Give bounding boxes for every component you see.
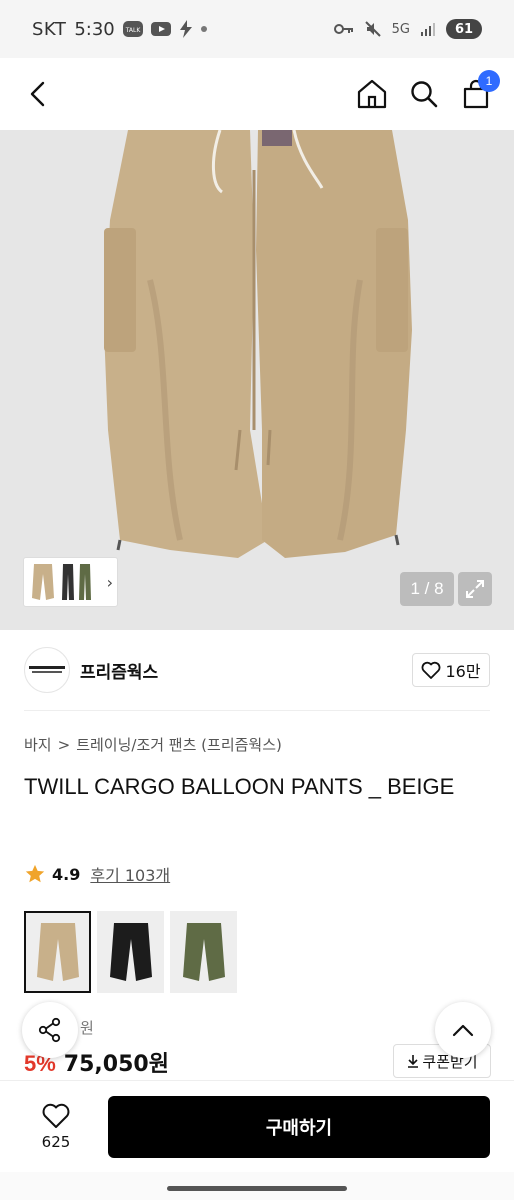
cart-button[interactable]: 1: [460, 70, 500, 110]
download-icon: [408, 1055, 419, 1068]
share-button[interactable]: [22, 1002, 78, 1058]
carrier-label: SKT: [32, 18, 67, 40]
product-photo-pants: [0, 130, 514, 630]
rating-score: 4.9: [52, 864, 81, 884]
heart-icon: [42, 1103, 70, 1128]
search-button[interactable]: [408, 78, 440, 110]
home-button[interactable]: [356, 78, 388, 110]
home-gesture-handle[interactable]: [167, 1186, 347, 1191]
app-header: 1: [0, 58, 514, 130]
mute-icon: [364, 20, 382, 38]
home-icon: [357, 79, 387, 109]
network-label: 5G: [391, 21, 410, 37]
brand-like-count: 16만: [445, 662, 481, 681]
heart-icon: [422, 661, 441, 679]
star-icon: [25, 864, 45, 883]
status-right: 5G 61: [333, 19, 482, 39]
dot-icon: [200, 26, 207, 32]
thumbnail-black-pants: [62, 564, 74, 600]
lightning-notification-icon: [179, 20, 193, 38]
color-options: [24, 911, 237, 993]
black-pants-thumbnail: [109, 923, 152, 981]
chevron-up-icon: [452, 1024, 474, 1037]
bottom-action-bar: 625 구매하기: [0, 1080, 514, 1172]
cart-count-badge: 1: [478, 70, 500, 92]
color-option-olive[interactable]: [170, 911, 237, 993]
breadcrumb-separator: >: [57, 735, 71, 754]
brand-name[interactable]: 프리즘웍스: [80, 658, 158, 683]
search-icon: [411, 81, 438, 108]
battery-indicator: 61: [446, 19, 482, 39]
share-icon: [38, 1017, 61, 1043]
status-bar: SKT 5:30 TALK 5G 61: [0, 0, 514, 58]
clock: 5:30: [74, 18, 115, 40]
chevron-left-icon: [30, 81, 45, 107]
expand-image-button[interactable]: [458, 572, 492, 606]
review-count-link[interactable]: 후기 103개: [90, 862, 170, 886]
olive-pants-thumbnail: [182, 923, 225, 981]
talk-notification-icon: TALK: [122, 21, 143, 37]
breadcrumb-category[interactable]: 바지: [24, 734, 52, 755]
beige-pants-thumbnail: [36, 923, 79, 981]
thumbnail-strip[interactable]: ›: [24, 558, 117, 606]
divider: [24, 710, 490, 711]
status-left: SKT 5:30 TALK: [32, 19, 207, 40]
product-image-gallery[interactable]: › 1 / 8: [0, 130, 514, 630]
key-icon: [333, 23, 354, 35]
system-navigation-bar: [0, 1172, 514, 1200]
gallery-page-indicator: 1 / 8: [400, 572, 454, 606]
brand-logo-mark: [29, 666, 65, 673]
original-price-partial: 원: [80, 1019, 94, 1037]
scroll-top-button[interactable]: [435, 1002, 491, 1058]
breadcrumb: 바지 > 트레이닝/조거 팬츠 (프리즘웍스): [24, 734, 282, 755]
header-actions: 1: [356, 70, 500, 110]
svg-text:TALK: TALK: [124, 27, 141, 34]
thumbnail-olive-pants: [79, 564, 91, 600]
signal-icon: [420, 21, 436, 37]
breadcrumb-subcategory[interactable]: 트레이닝/조거 팬츠 (프리즘웍스): [76, 734, 282, 755]
color-option-beige[interactable]: [24, 911, 91, 993]
product-like-count: 625: [41, 1132, 71, 1151]
expand-icon: [466, 580, 484, 598]
brand-row: 프리즘웍스 16만: [24, 645, 490, 695]
thumbnail-beige-pants: [32, 564, 54, 600]
rating-row: 4.9 후기 103개: [24, 862, 170, 886]
buy-button[interactable]: 구매하기: [108, 1095, 490, 1158]
youtube-notification-icon: [150, 21, 171, 37]
product-like-button[interactable]: 625: [24, 1103, 88, 1151]
chevron-right-icon: ›: [106, 572, 113, 592]
product-title: TWILL CARGO BALLOON PANTS _ BEIGE: [24, 774, 455, 799]
brand-logo[interactable]: [24, 647, 70, 693]
brand-like-button[interactable]: 16만: [412, 653, 490, 687]
back-button[interactable]: [22, 78, 54, 110]
sale-price: 75,050원: [63, 1052, 169, 1077]
color-option-black[interactable]: [97, 911, 164, 993]
